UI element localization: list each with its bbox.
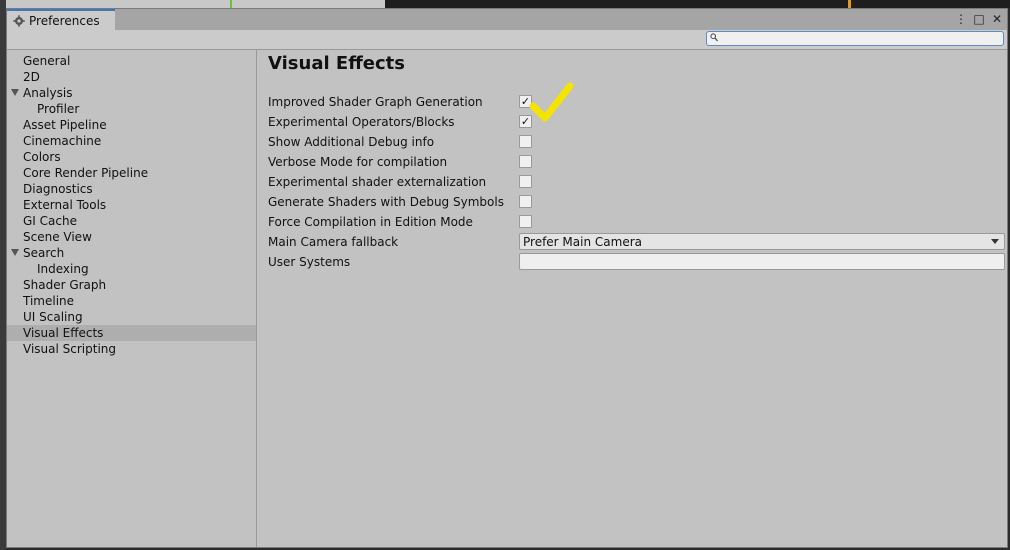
page-title: Visual Effects [268, 53, 405, 74]
sidebar-item-label: Timeline [23, 294, 75, 308]
sidebar-item-diagnostics[interactable]: Diagnostics [7, 181, 256, 197]
verbose-mode-checkbox[interactable] [519, 155, 532, 168]
gear-icon [13, 14, 25, 27]
setting-row-user-systems: User Systems [268, 252, 1008, 272]
sidebar: General 2D Analysis Profiler Asset Pipel… [7, 50, 257, 547]
setting-row-experimental-operators: Experimental Operators/Blocks ✓ [268, 112, 1008, 132]
sidebar-item-label: Profiler [37, 102, 80, 116]
sidebar-item-label: Diagnostics [23, 182, 93, 196]
force-compilation-checkbox[interactable] [519, 215, 532, 228]
debug-symbols-checkbox[interactable] [519, 195, 532, 208]
magnifier-icon [710, 33, 718, 45]
sidebar-item-label: External Tools [23, 198, 107, 212]
sidebar-item-core-render-pipeline[interactable]: Core Render Pipeline [7, 165, 256, 181]
background-scene-strip [0, 0, 1010, 8]
setting-label: User Systems [268, 255, 351, 269]
sidebar-item-label: Scene View [23, 230, 92, 244]
setting-row-debug-symbols: Generate Shaders with Debug Symbols [268, 192, 1008, 212]
search-input[interactable] [720, 32, 998, 45]
sidebar-item-shader-graph[interactable]: Shader Graph [7, 277, 256, 293]
setting-label: Show Additional Debug info [268, 135, 435, 149]
sidebar-item-scene-view[interactable]: Scene View [7, 229, 256, 245]
settings-panel: Visual Effects Improved Shader Graph Gen… [258, 50, 1007, 547]
setting-row-improved-shader-graph: Improved Shader Graph Generation ✓ [268, 92, 1008, 112]
sidebar-item-label: Indexing [37, 262, 89, 276]
expand-triangle-icon[interactable] [11, 249, 19, 256]
sidebar-item-label: Core Render Pipeline [23, 166, 149, 180]
yellow-checkmark-icon [529, 82, 574, 122]
background-panel [0, 0, 385, 8]
sidebar-item-label: General [23, 54, 71, 68]
toolbar [7, 30, 1007, 50]
title-bar: Preferences ⋮ □ ✕ [7, 9, 1007, 31]
sidebar-item-label: Asset Pipeline [23, 118, 107, 132]
sidebar-item-label: UI Scaling [23, 310, 83, 324]
background-orange-line [848, 0, 851, 8]
sidebar-item-label: Cinemachine [23, 134, 102, 148]
setting-row-debug-info: Show Additional Debug info [268, 132, 1008, 152]
setting-row-verbose-mode: Verbose Mode for compilation [268, 152, 1008, 172]
sidebar-item-label: Shader Graph [23, 278, 107, 292]
sidebar-item-label: Visual Scripting [23, 342, 116, 356]
preferences-window: Preferences ⋮ □ ✕ General 2D Analysis Pr… [6, 8, 1008, 548]
sidebar-item-colors[interactable]: Colors [7, 149, 256, 165]
sidebar-item-label: Search [23, 246, 65, 260]
setting-row-force-compilation: Force Compilation in Edition Mode [268, 212, 1008, 232]
sidebar-item-label: Visual Effects [23, 326, 104, 340]
expand-triangle-icon[interactable] [11, 89, 19, 96]
sidebar-item-ui-scaling[interactable]: UI Scaling [7, 309, 256, 325]
setting-row-shader-externalization: Experimental shader externalization [268, 172, 1008, 192]
setting-label: Improved Shader Graph Generation [268, 95, 483, 109]
kebab-menu-icon[interactable]: ⋮ [955, 12, 967, 26]
user-systems-field[interactable] [519, 253, 1005, 270]
sidebar-item-2d[interactable]: 2D [7, 69, 256, 85]
background-green-line [230, 0, 232, 8]
sidebar-item-label: 2D [23, 70, 40, 84]
sidebar-item-label: Colors [23, 150, 61, 164]
sidebar-item-profiler[interactable]: Profiler [7, 101, 256, 117]
setting-label: Experimental Operators/Blocks [268, 115, 455, 129]
sidebar-item-search[interactable]: Search [7, 245, 256, 261]
search-box[interactable] [706, 31, 1004, 46]
sidebar-item-gi-cache[interactable]: GI Cache [7, 213, 256, 229]
sidebar-item-label: GI Cache [23, 214, 77, 228]
debug-info-checkbox[interactable] [519, 135, 532, 148]
setting-label: Generate Shaders with Debug Symbols [268, 195, 504, 209]
sidebar-item-external-tools[interactable]: External Tools [7, 197, 256, 213]
maximize-icon[interactable]: □ [973, 12, 985, 26]
sidebar-item-general[interactable]: General [7, 53, 256, 69]
main-camera-fallback-dropdown[interactable]: Prefer Main Camera [519, 233, 1005, 250]
window-controls: ⋮ □ ✕ [955, 11, 1003, 27]
sidebar-item-visual-scripting[interactable]: Visual Scripting [7, 341, 256, 357]
setting-label: Verbose Mode for compilation [268, 155, 448, 169]
tab-title: Preferences [29, 13, 100, 28]
sidebar-item-asset-pipeline[interactable]: Asset Pipeline [7, 117, 256, 133]
setting-label: Main Camera fallback [268, 235, 399, 249]
chevron-down-icon [991, 239, 999, 244]
sidebar-item-analysis[interactable]: Analysis [7, 85, 256, 101]
preferences-tab[interactable]: Preferences [7, 9, 115, 30]
shader-externalization-checkbox[interactable] [519, 175, 532, 188]
setting-label: Force Compilation in Edition Mode [268, 215, 473, 229]
setting-label: Experimental shader externalization [268, 175, 487, 189]
dropdown-value: Prefer Main Camera [523, 235, 642, 249]
sidebar-item-label: Analysis [23, 86, 73, 100]
sidebar-item-visual-effects[interactable]: Visual Effects [7, 325, 256, 341]
sidebar-item-cinemachine[interactable]: Cinemachine [7, 133, 256, 149]
setting-row-main-camera-fallback: Main Camera fallback Prefer Main Camera [268, 232, 1008, 252]
close-icon[interactable]: ✕ [991, 12, 1003, 26]
sidebar-item-indexing[interactable]: Indexing [7, 261, 256, 277]
sidebar-item-timeline[interactable]: Timeline [7, 293, 256, 309]
